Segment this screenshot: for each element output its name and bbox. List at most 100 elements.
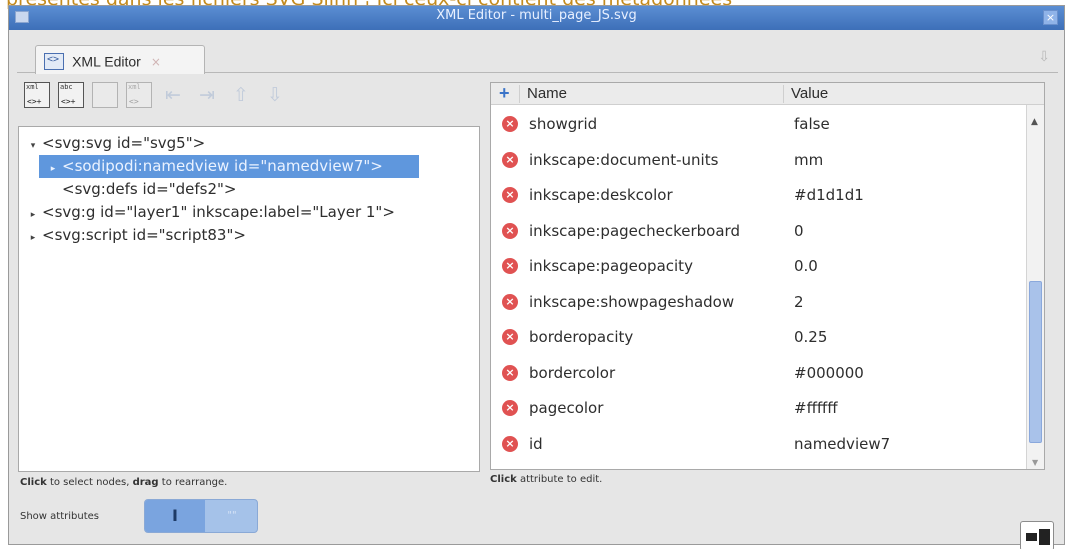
tab-xml-editor[interactable]: XML Editor × <box>35 45 205 74</box>
unindent-node-button[interactable]: ⇤ <box>160 82 186 108</box>
delete-attribute-icon[interactable]: × <box>502 293 518 310</box>
tree-node[interactable]: ▾ <svg:svg id="svg5"> <box>19 132 479 155</box>
attribute-name[interactable]: showgrid <box>529 107 597 141</box>
attribute-row[interactable]: × inkscape:document-units mm <box>491 143 1028 179</box>
tree-node[interactable]: <svg:defs id="defs2"> <box>19 178 479 201</box>
attribute-value[interactable]: namedview7 <box>794 427 890 461</box>
toolbar-icon-top: xml <box>128 83 141 91</box>
unindent-node-icon: ⇤ <box>165 84 181 106</box>
attribute-name[interactable]: inkscape:pageopacity <box>529 249 693 283</box>
attribute-value[interactable]: 0.0 <box>794 249 818 283</box>
tree-node[interactable]: ▸ <sodipodi:namedview id="namedview7"> <box>39 155 419 178</box>
raise-node-button[interactable]: ⇧ <box>228 82 254 108</box>
attribute-value[interactable]: mm <box>794 143 823 177</box>
lower-node-button[interactable]: ⇩ <box>262 82 288 108</box>
tab-label: XML Editor <box>72 53 141 70</box>
attribute-name[interactable]: inkscape:deskcolor <box>529 178 673 212</box>
hint-click-word: Click <box>490 474 517 485</box>
toolbar-icon-bottom: <> <box>129 97 139 106</box>
show-attributes-control: Show attributes I "" <box>20 499 280 539</box>
attribute-row[interactable]: × inkscape:pageopacity 0.0 <box>491 249 1028 285</box>
delete-attribute-icon[interactable]: × <box>502 400 518 416</box>
delete-attribute-icon[interactable]: × <box>502 258 518 274</box>
add-attribute-button[interactable]: + <box>499 83 510 103</box>
attribute-name[interactable]: borderopacity <box>529 320 633 354</box>
hint-click-word: Click <box>20 477 47 488</box>
show-attributes-label: Show attributes <box>20 511 99 522</box>
tree-node-label: <svg:svg id="svg5"> <box>42 134 206 152</box>
toolbar-icon-top: xml <box>26 83 39 91</box>
attribute-row[interactable]: × inkscape:pagecheckerboard 0 <box>491 214 1028 250</box>
value-column-header[interactable]: Value <box>791 85 828 102</box>
collapsed-arrow-icon[interactable]: ▸ <box>27 204 39 226</box>
node-tree[interactable]: ▾ <svg:svg id="svg5"> ▸ <sodipodi:namedview… <box>18 126 480 472</box>
attribute-name[interactable]: bordercolor <box>529 356 615 390</box>
window-close-button[interactable]: × <box>1043 10 1058 25</box>
attributes-header: + Name Value <box>491 83 1044 105</box>
lower-node-icon: ⇩ <box>267 84 283 106</box>
toggle-off-segment[interactable]: "" <box>205 500 257 532</box>
delete-attribute-icon[interactable]: × <box>502 435 518 452</box>
tree-node[interactable]: ▸ <svg:script id="script83"> <box>19 224 479 247</box>
toggle-on-segment[interactable]: I <box>145 500 205 532</box>
collapsed-arrow-icon[interactable]: ▸ <box>47 158 59 180</box>
delete-node-button[interactable]: xml <> <box>126 82 152 108</box>
tab-close-icon[interactable]: × <box>151 55 161 69</box>
attribute-value[interactable]: #ffffff <box>794 391 838 425</box>
toolbar-icon-bottom: <>+ <box>27 97 42 106</box>
attribute-row[interactable]: × inkscape:deskcolor #d1d1d1 <box>491 178 1028 214</box>
delete-attribute-icon[interactable]: × <box>502 116 518 132</box>
header-divider <box>519 85 520 103</box>
delete-attribute-icon[interactable]: × <box>502 329 518 345</box>
node-hint: Click to select nodes, drag to rearrange… <box>20 477 227 488</box>
attribute-name[interactable]: pagecolor <box>529 391 603 425</box>
attribute-value[interactable]: #000000 <box>794 356 864 390</box>
delete-attribute-icon[interactable]: × <box>502 364 518 381</box>
attribute-row[interactable]: × bordercolor #000000 <box>491 356 1028 392</box>
tree-node-label: <svg:g id="layer1" inkscape:label="Layer… <box>42 203 395 221</box>
expanded-arrow-icon[interactable]: ▾ <box>27 135 39 157</box>
attribute-row[interactable]: × id namedview7 <box>491 427 1028 463</box>
name-column-header[interactable]: Name <box>527 85 567 102</box>
hint-text: to select nodes, <box>46 477 133 488</box>
attribute-row[interactable]: × inkscape:showpageshadow 2 <box>491 285 1028 321</box>
attribute-value[interactable]: 0.25 <box>794 320 827 354</box>
attribute-value[interactable]: #d1d1d1 <box>794 178 864 212</box>
new-element-node-button[interactable]: xml <>+ <box>24 82 50 108</box>
scrollbar-thumb[interactable] <box>1029 281 1042 443</box>
xml-editor-icon <box>44 53 64 70</box>
layout-right-block <box>1039 529 1050 545</box>
show-attributes-toggle[interactable]: I "" <box>144 499 258 533</box>
indent-node-button[interactable]: ⇥ <box>194 82 220 108</box>
title-bar[interactable]: XML Editor - multi_page_JS.svg × <box>9 6 1064 30</box>
attribute-row[interactable]: × pagecolor #ffffff <box>491 391 1028 427</box>
scroll-down-icon[interactable]: ▼ <box>1032 458 1038 467</box>
attribute-name[interactable]: id <box>529 427 543 461</box>
attribute-value[interactable]: 0 <box>794 214 804 248</box>
collapsed-arrow-icon[interactable]: ▸ <box>27 227 39 249</box>
tree-node-label: <svg:defs id="defs2"> <box>62 180 237 198</box>
toolbar-icon-top: abc <box>60 83 73 91</box>
attribute-name[interactable]: inkscape:showpageshadow <box>529 285 734 319</box>
attributes-panel: + Name Value × showgrid false × inkscape:doc… <box>490 82 1045 470</box>
toolbar-icon-bottom: <>+ <box>61 97 76 106</box>
attribute-name[interactable]: inkscape:document-units <box>529 143 718 177</box>
attribute-row[interactable]: × borderopacity 0.25 <box>491 320 1028 356</box>
new-text-node-button[interactable]: abc <>+ <box>58 82 84 108</box>
dock-options-icon[interactable]: ⇩ <box>1038 49 1050 65</box>
tree-node[interactable]: ▸ <svg:g id="layer1" inkscape:label="Laye… <box>19 201 479 224</box>
layout-toggle-button[interactable] <box>1020 521 1054 549</box>
hint-text: attribute to edit. <box>516 474 603 485</box>
raise-node-icon: ⇧ <box>233 84 249 106</box>
delete-attribute-icon[interactable]: × <box>502 151 518 168</box>
delete-attribute-icon[interactable]: × <box>502 222 518 239</box>
dock-tab-bar: XML Editor × ⇩ <box>17 37 1058 74</box>
attribute-row[interactable]: × showgrid false <box>491 107 1028 143</box>
attributes-scrollbar[interactable]: ▲ ▼ <box>1026 105 1044 469</box>
attribute-value[interactable]: false <box>794 107 830 141</box>
duplicate-node-button[interactable] <box>92 82 118 108</box>
scroll-up-icon[interactable]: ▲ <box>1031 117 1038 127</box>
attribute-name[interactable]: inkscape:pagecheckerboard <box>529 214 740 248</box>
attribute-value[interactable]: 2 <box>794 285 804 319</box>
delete-attribute-icon[interactable]: × <box>502 187 518 203</box>
